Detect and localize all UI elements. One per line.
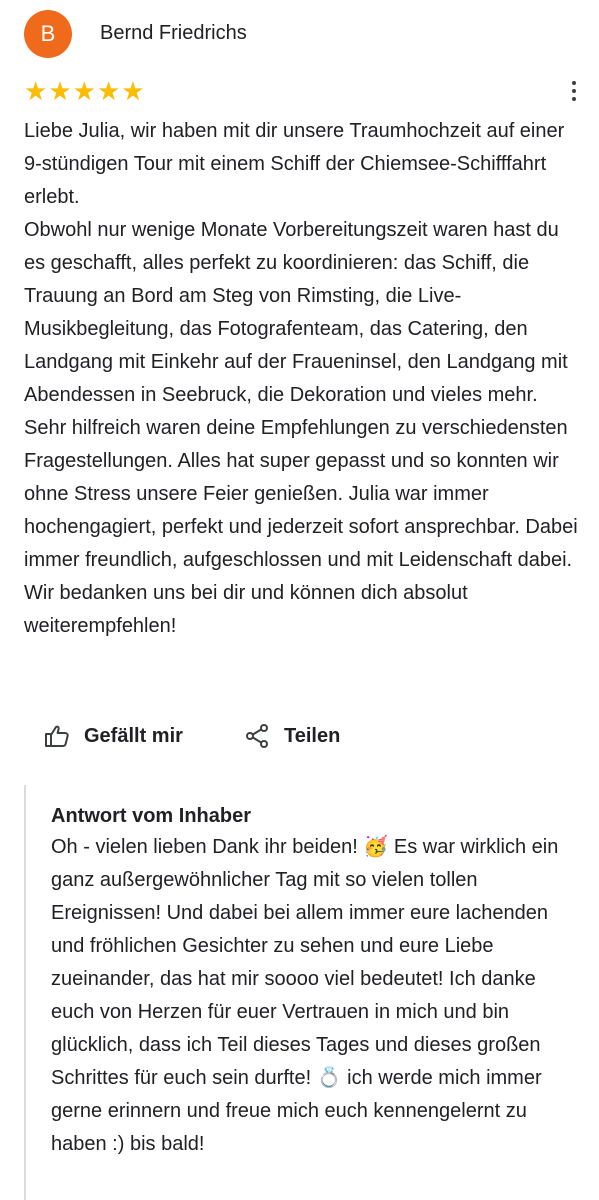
more-vert-icon[interactable] (564, 78, 584, 104)
like-button[interactable]: Gefällt mir (44, 718, 183, 754)
share-button[interactable]: Teilen (244, 718, 340, 754)
review-header: B Bernd Friedrichs (24, 10, 584, 58)
star-rating: ★ ★ ★ ★ ★ (24, 78, 145, 104)
owner-reply-text: Oh - vielen lieben Dank ihr beiden! 🥳 Es… (51, 836, 559, 1155)
rating-row: ★ ★ ★ ★ ★ (24, 78, 584, 106)
star-icon: ★ (72, 76, 96, 106)
share-label: Teilen (284, 724, 341, 747)
reviewer-name[interactable]: Bernd Friedrichs (100, 22, 247, 45)
thumbs-up-icon (44, 724, 70, 748)
star-icon: ★ (48, 76, 72, 106)
share-icon (244, 723, 270, 749)
star-icon: ★ (121, 76, 145, 106)
review-text: Liebe Julia, wir haben mit dir unsere Tr… (24, 120, 578, 637)
like-label: Gefällt mir (84, 724, 183, 747)
avatar[interactable]: B (24, 10, 72, 58)
owner-reply-heading: Antwort vom Inhaber (51, 805, 252, 827)
review-actions: Gefällt mir Teilen (44, 718, 564, 754)
star-icon: ★ (96, 76, 121, 106)
owner-reply: Antwort vom Inhaber Oh - vielen lieben D… (24, 785, 579, 1200)
star-icon: ★ (24, 76, 48, 106)
